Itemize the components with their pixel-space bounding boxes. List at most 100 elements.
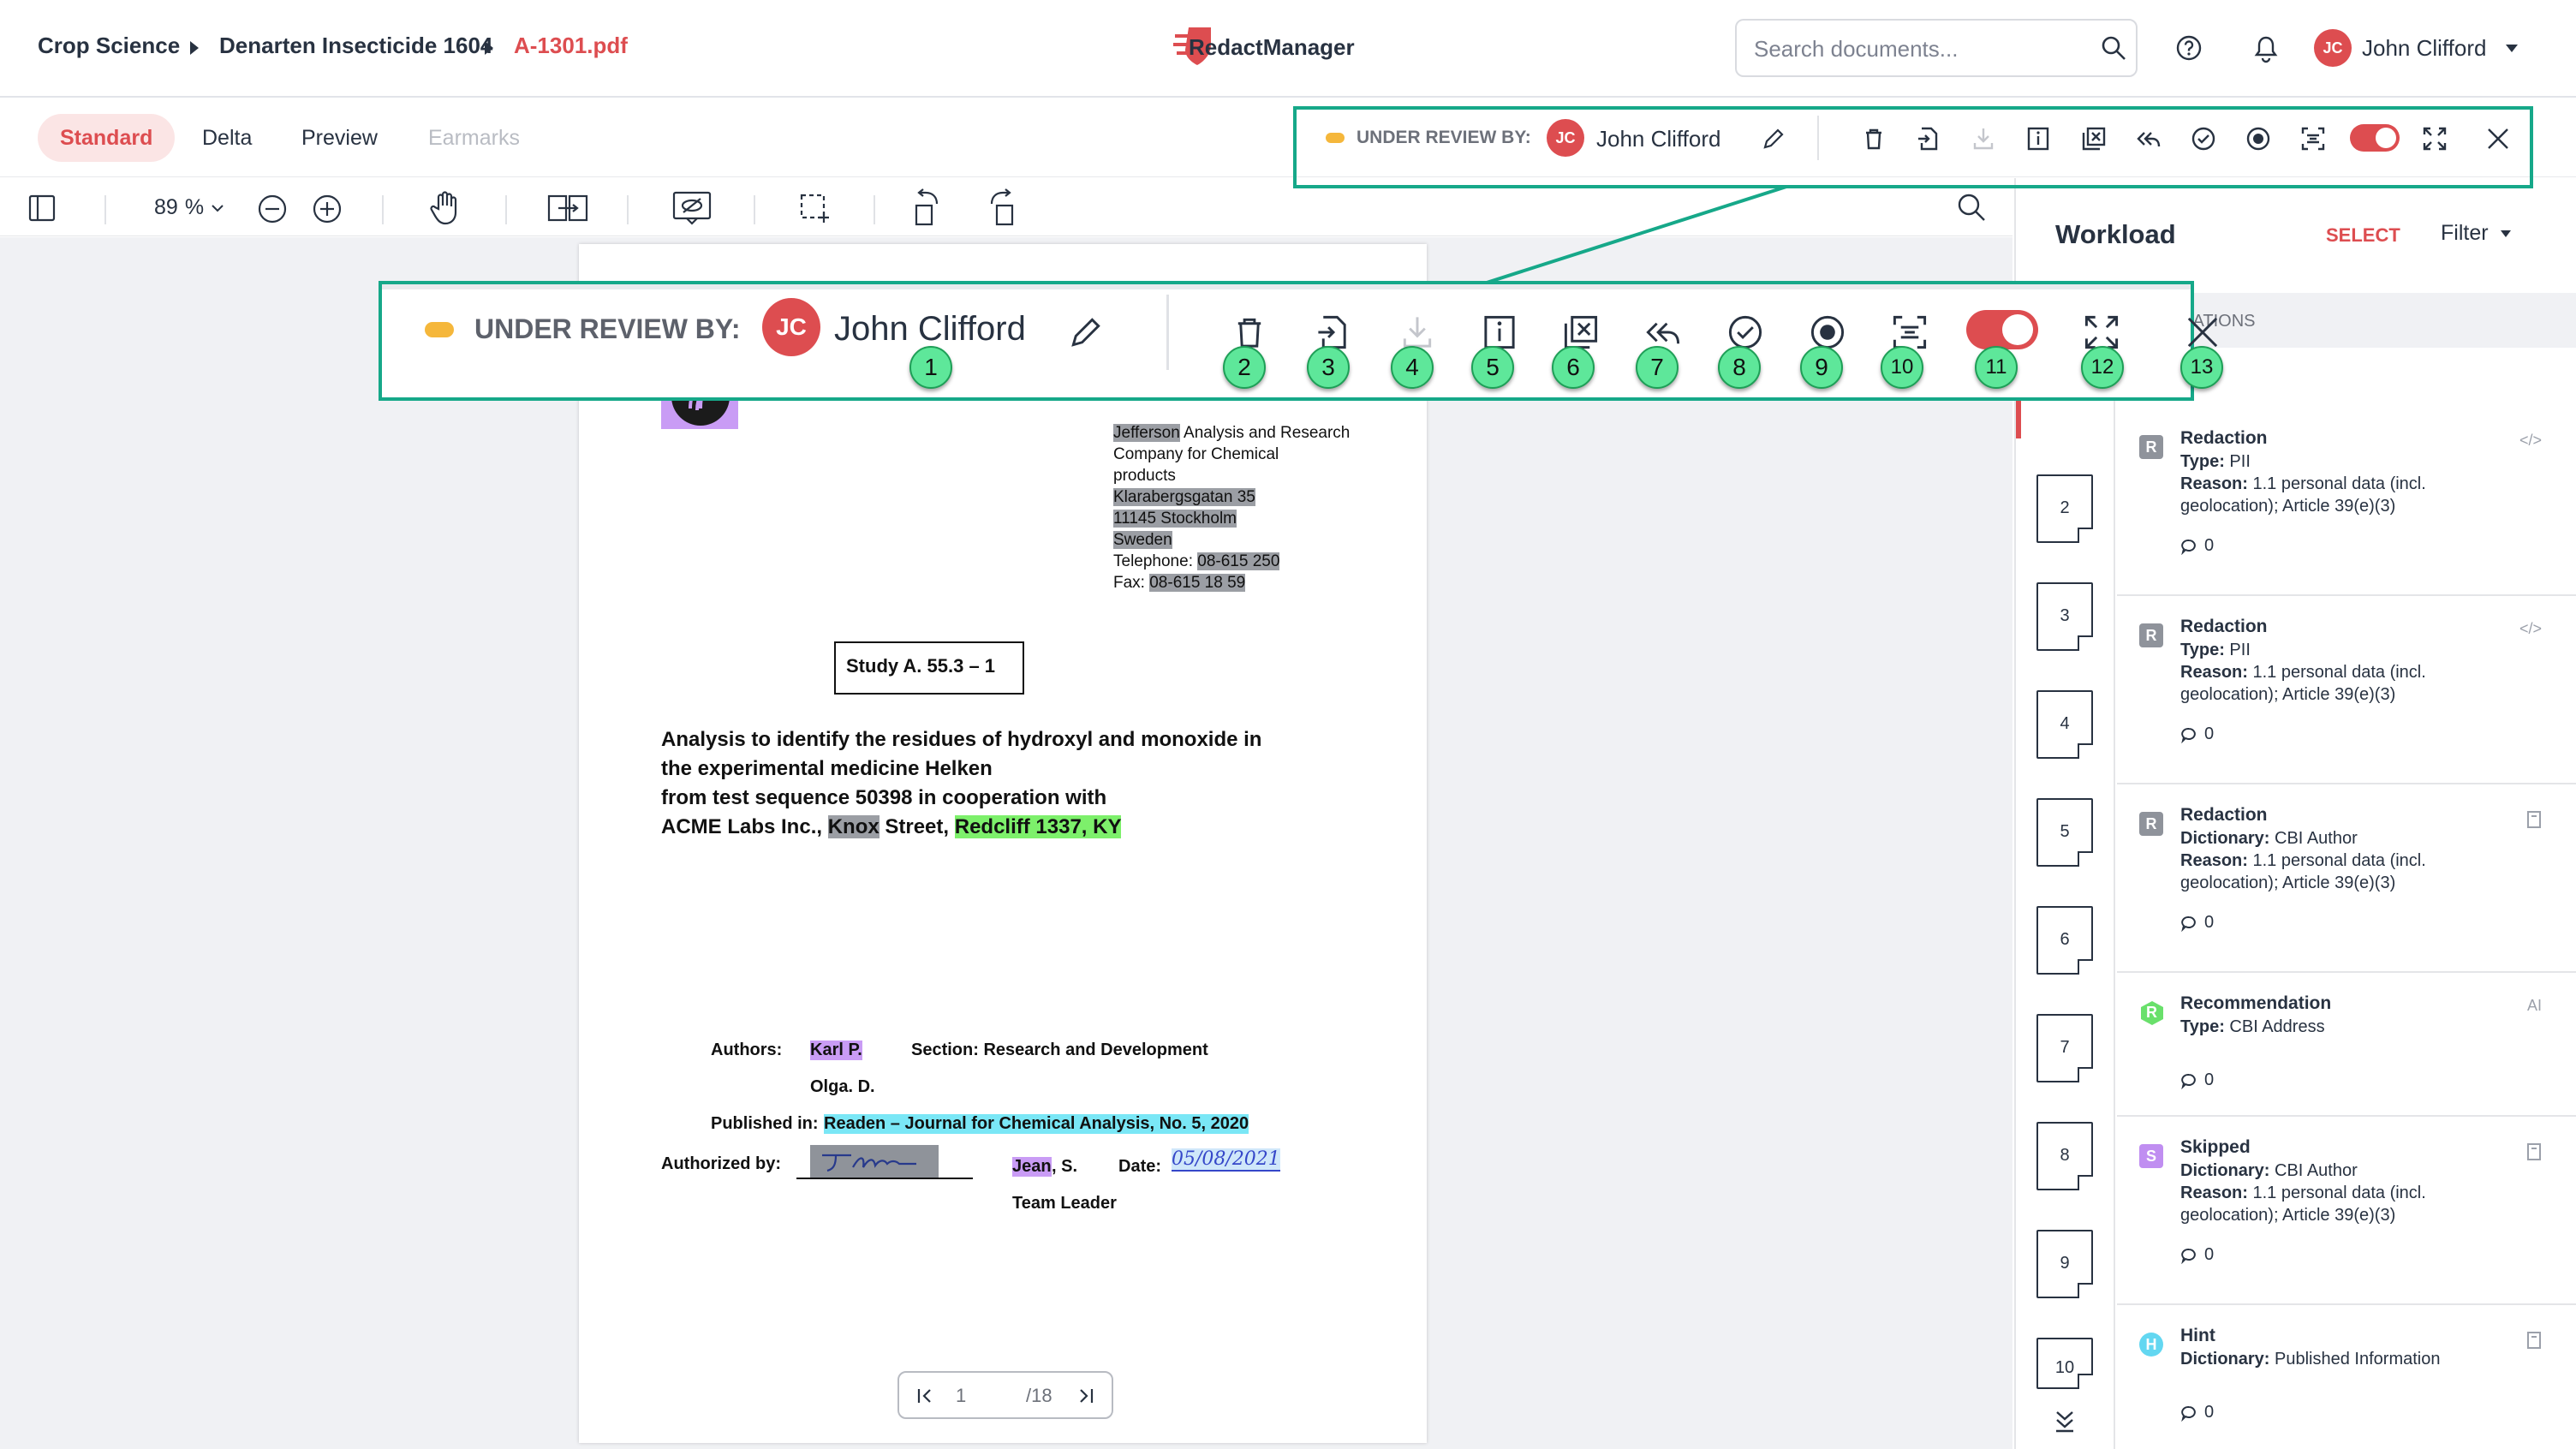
annotation-type-badge: R bbox=[2139, 435, 2163, 459]
annotation-value: CBI Author bbox=[2269, 1161, 2358, 1180]
user-menu[interactable]: JC John Clifford bbox=[2314, 29, 2518, 67]
zoomed-highlights-toggle[interactable] bbox=[1966, 310, 2038, 349]
page-thumbnail-7[interactable]: 7 bbox=[2036, 1014, 2093, 1082]
search-icon[interactable] bbox=[2100, 34, 2127, 62]
code-icon: </> bbox=[2519, 620, 2542, 637]
address-line: Company for Chemical bbox=[1113, 445, 1279, 463]
zoomed-stop-record-icon[interactable] bbox=[1809, 313, 1846, 351]
current-page-input[interactable]: 1 bbox=[956, 1385, 966, 1407]
annotation-key: Type: bbox=[2180, 452, 2225, 471]
page-thumbnail-10[interactable]: 10 bbox=[2036, 1338, 2093, 1389]
page-thumbnail-3[interactable]: 3 bbox=[2036, 582, 2093, 651]
street-name-redacted[interactable]: Knox bbox=[827, 815, 880, 838]
author-karl-skipped[interactable]: Karl P. bbox=[810, 1041, 862, 1060]
zoom-out-icon[interactable] bbox=[257, 194, 288, 224]
jean-skipped[interactable]: Jean bbox=[1012, 1157, 1052, 1177]
thumbnail-number: 3 bbox=[2060, 606, 2070, 625]
breadcrumb-crop-science[interactable]: Crop Science bbox=[38, 33, 180, 59]
zoomed-download-icon[interactable] bbox=[1399, 313, 1435, 351]
help-icon[interactable] bbox=[2175, 34, 2203, 62]
rotate-left-icon[interactable] bbox=[911, 187, 945, 228]
page-thumbnail-2[interactable]: 2 bbox=[2036, 474, 2093, 543]
last-page-icon[interactable] bbox=[1076, 1386, 1094, 1405]
tab-preview[interactable]: Preview bbox=[279, 114, 400, 162]
address-city-redacted[interactable]: 11145 Stockholm bbox=[1113, 510, 1237, 528]
zoom-unit: % bbox=[184, 195, 205, 219]
address-street-redacted[interactable]: Klarabergsgatan 35 bbox=[1113, 488, 1255, 506]
hide-annotations-icon[interactable] bbox=[671, 190, 713, 226]
annotation-card[interactable]: R Recommendation Type: CBI Address 0 AI bbox=[2117, 975, 2576, 1117]
tab-delta[interactable]: Delta bbox=[180, 114, 274, 162]
thumbnail-number: 10 bbox=[2054, 1358, 2075, 1377]
annotation-value: Published Information bbox=[2269, 1350, 2441, 1368]
comment-count[interactable]: 0 bbox=[2180, 1070, 2214, 1090]
rotate-right-icon[interactable] bbox=[983, 187, 1017, 228]
zoomed-approve-check-icon[interactable] bbox=[1726, 313, 1764, 351]
zoom-select[interactable]: 89 % bbox=[154, 195, 224, 220]
signed-date[interactable]: 05/08/2021 bbox=[1172, 1148, 1280, 1172]
top-bar: Crop Science Denarten Insecticide 1604 A… bbox=[0, 0, 2576, 98]
comment-count[interactable]: 0 bbox=[2180, 913, 2214, 933]
breadcrumb-denarten[interactable]: Denarten Insecticide 1604 bbox=[219, 33, 492, 59]
notifications-bell-icon[interactable] bbox=[2252, 34, 2280, 63]
breadcrumb-separator-icon bbox=[485, 41, 493, 55]
telephone-redacted[interactable]: 08-615 250 bbox=[1197, 552, 1280, 570]
page-thumbnails: 1 2 3 4 5 6 7 8 9 10 bbox=[2016, 293, 2115, 1449]
annotation-card[interactable]: R Redaction Dictionary: CBI Author Reaso… bbox=[2117, 786, 2576, 973]
zoomed-exclude-pages-icon[interactable] bbox=[1562, 313, 1600, 351]
filter-dropdown[interactable]: Filter bbox=[2441, 221, 2511, 246]
thumbnail-number: 5 bbox=[2060, 822, 2070, 841]
search-box[interactable] bbox=[1735, 19, 2138, 77]
document-page[interactable]: Jefferson Analysis and Research Company … bbox=[579, 244, 1427, 1443]
zoomed-reply-all-icon[interactable] bbox=[1644, 313, 1682, 351]
annotation-card[interactable]: H Hint Dictionary: Published Information… bbox=[2117, 1307, 2576, 1449]
address-company-redacted[interactable]: Jefferson bbox=[1113, 424, 1180, 442]
page-thumbnail-8[interactable]: 8 bbox=[2036, 1122, 2093, 1190]
annotation-card[interactable]: S Skipped Dictionary: CBI Author Reason:… bbox=[2117, 1118, 2576, 1305]
address-country-redacted[interactable]: Sweden bbox=[1113, 531, 1172, 549]
comment-count[interactable]: 0 bbox=[2180, 1245, 2214, 1265]
comment-icon bbox=[2181, 1405, 2196, 1422]
zoomed-scan-text-icon[interactable] bbox=[1891, 313, 1929, 351]
comment-count[interactable]: 0 bbox=[2180, 536, 2214, 556]
zoom-in-icon[interactable] bbox=[312, 194, 343, 224]
search-input[interactable] bbox=[1754, 33, 2079, 65]
address-recommendation[interactable]: Redcliff 1337, KY bbox=[954, 815, 1122, 838]
page-thumbnail-5[interactable]: 5 bbox=[2036, 798, 2093, 867]
page-thumbnail-6[interactable]: 6 bbox=[2036, 906, 2093, 975]
first-page-icon[interactable] bbox=[916, 1386, 935, 1405]
pan-hand-icon[interactable] bbox=[428, 190, 462, 226]
zoomed-edit-reviewer-icon[interactable] bbox=[1067, 313, 1105, 351]
team-leader: Team Leader bbox=[1012, 1194, 1117, 1213]
zoomed-assign-file-icon[interactable] bbox=[1315, 313, 1351, 351]
page-thumbnail-4[interactable]: 4 bbox=[2036, 690, 2093, 759]
tab-standard[interactable]: Standard bbox=[38, 114, 176, 162]
annotation-card[interactable]: R Redaction Type: PII Reason: 1.1 person… bbox=[2117, 409, 2576, 596]
compare-pages-icon[interactable] bbox=[546, 192, 589, 224]
address-line: Analysis and Research bbox=[1179, 424, 1351, 442]
section-label: Section: Research and Development bbox=[911, 1041, 1208, 1059]
comment-count[interactable]: 0 bbox=[2180, 724, 2214, 744]
document-search-icon[interactable] bbox=[1956, 192, 1987, 223]
fax-redacted[interactable]: 08-615 18 59 bbox=[1149, 574, 1246, 592]
study-id: Study A. 55.3 – 1 bbox=[846, 655, 996, 677]
toggle-knob bbox=[2002, 314, 2033, 345]
document-viewer[interactable]: Jefferson Analysis and Research Company … bbox=[0, 237, 2012, 1449]
annotation-card[interactable]: R Redaction Type: PII Reason: 1.1 person… bbox=[2117, 598, 2576, 784]
comment-count[interactable]: 0 bbox=[2180, 1403, 2214, 1422]
filter-label: Filter bbox=[2441, 221, 2489, 245]
toggle-sidebar-icon[interactable] bbox=[27, 194, 57, 223]
select-button[interactable]: SELECT bbox=[2326, 224, 2400, 247]
signature-image bbox=[822, 1154, 916, 1172]
zoomed-delete-icon[interactable] bbox=[1231, 313, 1267, 351]
published-info-hint[interactable]: Readen – Journal for Chemical Analysis, … bbox=[824, 1114, 1249, 1134]
zoomed-review-toolbar: UNDER REVIEW BY: JC John Clifford bbox=[379, 281, 2218, 401]
scroll-down-icon[interactable] bbox=[2052, 1408, 2078, 1434]
toolbar-divider bbox=[505, 195, 507, 224]
page-thumbnail-9[interactable]: 9 bbox=[2036, 1230, 2093, 1298]
address-block: Jefferson Analysis and Research Company … bbox=[1113, 422, 1350, 593]
breadcrumb-current-file[interactable]: A-1301.pdf bbox=[514, 33, 628, 59]
annotation-title: Recommendation bbox=[2180, 993, 2332, 1013]
zoomed-document-info-icon[interactable] bbox=[1482, 313, 1518, 351]
area-select-icon[interactable] bbox=[798, 192, 832, 226]
